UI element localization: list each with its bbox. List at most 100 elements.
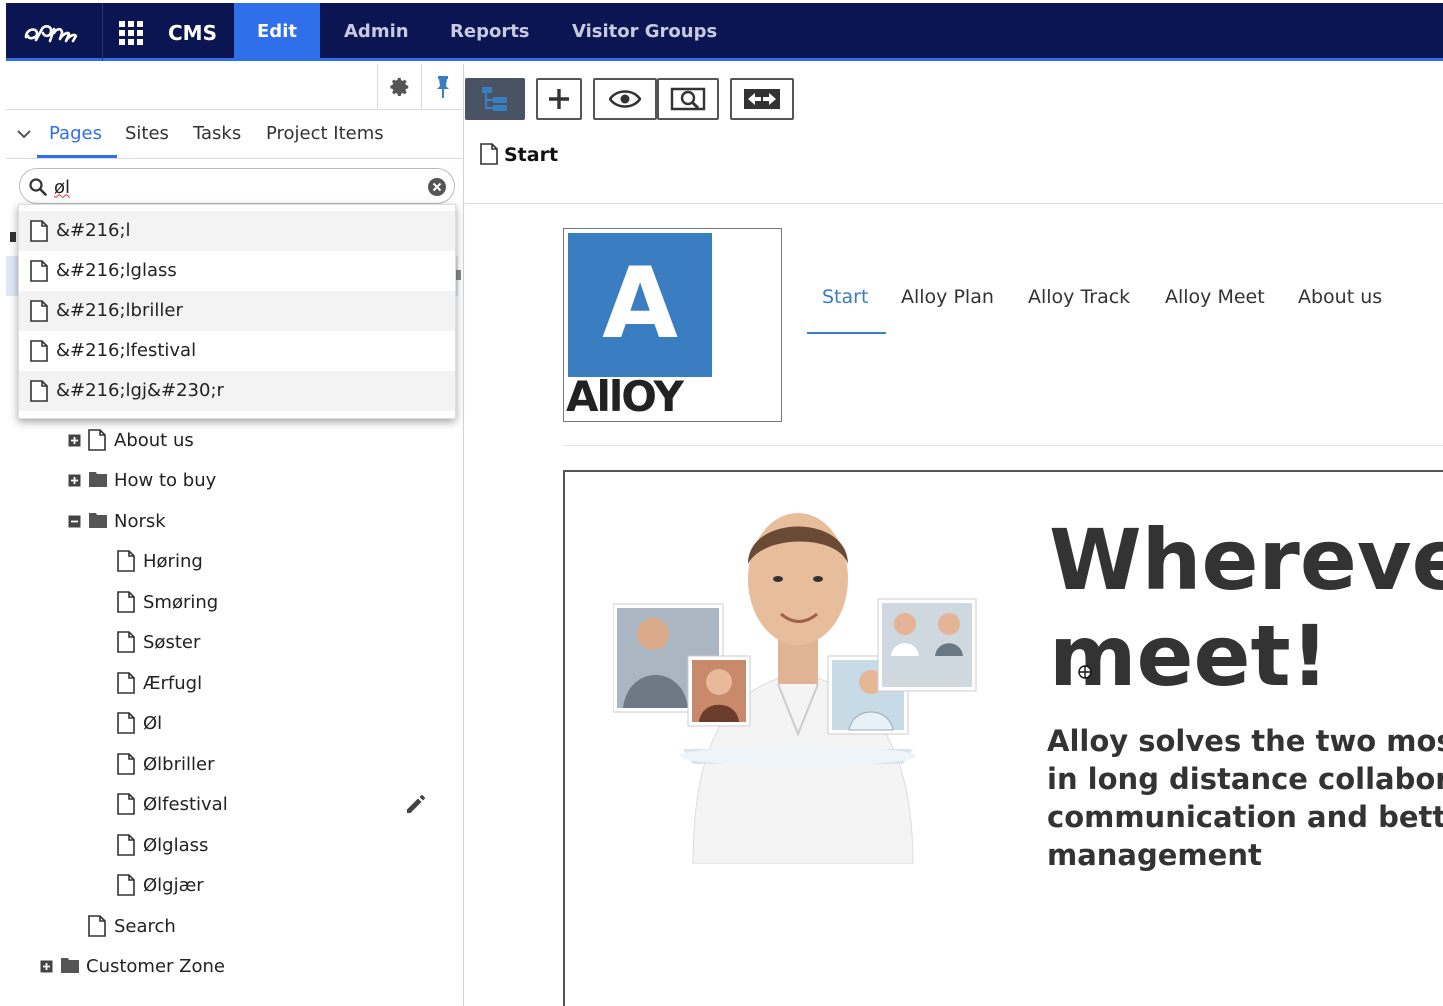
page-icon [30,340,48,362]
tree-node-label: Søster [143,632,201,653]
hero-subtitle: Alloy solves the two most in long distan… [1047,722,1443,874]
page-icon [30,220,48,242]
hero-block[interactable]: Wherever meet! Alloy solves the two most… [563,470,1443,1006]
search-icon [29,178,47,196]
suggestion-label: &#216;lglass [56,260,177,281]
cms-app: CMS Edit Admin Reports Visitor Groups Pa… [0,0,1443,1006]
site-nav-alloy-plan[interactable]: Alloy Plan [901,286,994,308]
tree-node-label: Ølglass [143,835,209,856]
page-icon [88,915,106,937]
tab-tasks[interactable]: Tasks [193,123,241,144]
tree-node-label: Ølfestival [143,794,228,815]
suggestion-item[interactable]: &#216;lglass [19,251,455,291]
collapse-icon[interactable] [68,515,81,528]
pane-toolbar [6,64,464,110]
product-name: CMS [168,21,217,45]
tree-node-label: How to buy [114,470,217,491]
tree-node-label: Ølbriller [143,754,215,775]
preview-button[interactable] [657,78,719,120]
navigation-pane: Pages Sites Tasks Project Items &#216 [6,64,464,1006]
settings-button[interactable] [377,64,421,110]
page-preview: A AllOY Start Alloy Plan Alloy Track All… [465,204,1443,1006]
site-nav-about-us[interactable]: About us [1298,286,1382,308]
pane-tabs: Pages Sites Tasks Project Items [6,110,464,159]
app-grid-icon[interactable] [118,20,144,46]
hero-subtitle-line-3: communication and better [1047,800,1443,834]
nav-edit[interactable]: Edit [234,3,320,61]
gear-icon [389,77,408,96]
hero-subtitle-line-1: Alloy solves the two most [1047,724,1443,758]
alloy-logo-letter: A [602,247,678,361]
expand-icon[interactable] [68,434,81,447]
page-icon [117,874,135,896]
compare-icon [744,89,780,109]
expand-icon[interactable] [40,960,53,973]
suggestion-label: &#216;lbriller [56,300,183,321]
page-title: Start [504,144,559,166]
pin-button[interactable] [421,64,464,110]
tree-node-label: Øl [143,713,163,734]
page-icon [30,300,48,322]
tree-node-label: Customer Zone [86,956,225,977]
page-icon [117,793,135,815]
folder-icon [61,958,79,973]
suggestion-item[interactable]: &#216;lfestival [19,331,455,371]
tree-node-label: Search [114,916,176,937]
suggestion-item[interactable]: &#216;lbriller [19,291,455,331]
top-navigation-bar: CMS Edit Admin Reports Visitor Groups [6,3,1443,61]
suggestion-item[interactable]: &#216;lgj&#230;r [19,371,455,411]
page-icon [30,380,48,402]
page-icon [480,143,498,165]
add-content-button[interactable] [536,78,582,120]
nav-reports[interactable]: Reports [450,3,530,61]
tab-project-items[interactable]: Project Items [266,123,384,144]
tree-row-hint [10,232,16,242]
header-divider [563,445,1443,446]
pin-icon [437,76,449,98]
content-title-bar: Start [465,136,1443,204]
folder-icon [89,513,107,528]
active-tab-indicator [37,155,117,158]
epi-logo[interactable] [6,3,102,61]
page-icon [88,429,106,451]
clear-icon[interactable] [427,177,447,197]
add-icon [549,89,569,109]
tree-node-label: About us [114,430,194,451]
view-button[interactable] [593,78,657,120]
page-icon [117,753,135,775]
tree-node-label: Høring [143,551,203,572]
alloy-logo[interactable]: A AllOY [563,228,782,422]
suggestion-label: &#216;l [56,220,131,241]
search-input[interactable] [54,175,414,199]
site-nav-alloy-meet[interactable]: Alloy Meet [1165,286,1265,308]
chevron-down-icon[interactable] [16,126,32,142]
tab-pages[interactable]: Pages [49,123,102,144]
expand-icon[interactable] [68,474,81,487]
page-icon [117,712,135,734]
tree-node-label: Norsk [114,511,166,532]
site-nav-alloy-track[interactable]: Alloy Track [1028,286,1130,308]
compare-button[interactable] [730,78,794,120]
epi-logo-icon [24,25,78,43]
site-nav-start[interactable]: Start [822,286,868,308]
hero-subtitle-line-2: in long distance collaboration [1047,762,1443,796]
pencil-icon[interactable] [404,792,428,816]
nav-visitor-groups[interactable]: Visitor Groups [572,3,717,61]
suggestion-item[interactable]: &#216;l [19,211,455,251]
tree-node-label: Ølgjær [143,875,204,896]
tree-node-label: Smøring [143,592,219,613]
page-icon [117,591,135,613]
toggle-navigation-pane-button[interactable] [465,78,525,120]
tree-node-label: Ærfugl [143,673,203,694]
page-icon [117,550,135,572]
page-icon [117,672,135,694]
hero-title-line-2: meet! [1049,607,1329,705]
alloy-logo-wordmark: AllOY [566,372,684,421]
page-icon [117,834,135,856]
page-search-box [19,168,455,204]
nav-admin[interactable]: Admin [344,3,409,61]
tab-sites[interactable]: Sites [125,123,169,144]
site-nav-active-indicator [807,332,886,334]
suggestion-label: &#216;lfestival [56,340,197,361]
hero-subtitle-line-4: management [1047,838,1262,872]
